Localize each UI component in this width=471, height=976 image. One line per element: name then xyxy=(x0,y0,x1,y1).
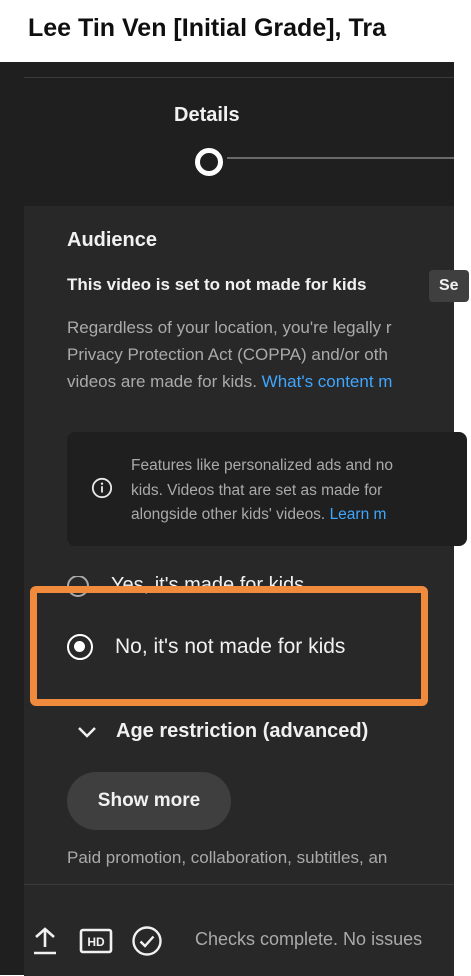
step-details-dot[interactable] xyxy=(195,148,223,176)
notice-line-3: alongside other kids' videos. Learn m xyxy=(131,503,393,528)
step-details-label[interactable]: Details xyxy=(174,104,240,127)
coppa-line-3: videos are made for kids. What's content… xyxy=(67,368,471,395)
show-more-button[interactable]: Show more xyxy=(67,772,231,830)
kids-status-chip[interactable]: Se xyxy=(429,270,469,302)
video-title: Lee Tin Ven [Initial Grade], Tra xyxy=(28,14,386,42)
svg-text:HD: HD xyxy=(87,935,105,949)
coppa-description: Regardless of your location, you're lega… xyxy=(67,314,471,395)
checks-status-text: Checks complete. No issues xyxy=(195,929,423,949)
whats-content-link[interactable]: What's content m xyxy=(262,372,393,391)
coppa-line-1: Regardless of your location, you're lega… xyxy=(67,318,392,337)
title-bar: Lee Tin Ven [Initial Grade], Tra xyxy=(0,0,454,62)
coppa-line-3-text: videos are made for kids. xyxy=(67,372,257,391)
notice-line-3-text: alongside other kids' videos. xyxy=(131,506,326,523)
hd-icon[interactable]: HD xyxy=(79,928,113,954)
audience-heading: Audience xyxy=(67,229,158,251)
dialog-left-edge xyxy=(0,62,24,975)
age-restriction-toggle[interactable]: Age restriction (advanced) xyxy=(76,720,368,743)
step-connector-line xyxy=(227,157,454,159)
upload-icon[interactable] xyxy=(32,926,58,956)
checks-complete-icon[interactable] xyxy=(131,925,163,957)
stepper-divider xyxy=(24,77,454,78)
coppa-line-2: Privacy Protection Act (COPPA) and/or ot… xyxy=(67,345,388,364)
stepper xyxy=(24,62,454,206)
highlight-annotation-box xyxy=(30,586,428,706)
chevron-down-icon xyxy=(78,726,96,738)
notice-line-2: kids. Videos that are set as made for xyxy=(131,481,383,499)
kids-notice-text: Features like personalized ads and no ki… xyxy=(131,454,393,528)
learn-more-link[interactable]: Learn m xyxy=(330,506,387,523)
show-more-description: Paid promotion, collaboration, subtitles… xyxy=(67,848,388,867)
notice-line-1: Features like personalized ads and no xyxy=(131,457,393,474)
kids-status-text: This video is set to not made for kids xyxy=(67,275,367,294)
age-restriction-label: Age restriction (advanced) xyxy=(116,720,369,742)
info-icon xyxy=(91,477,113,499)
